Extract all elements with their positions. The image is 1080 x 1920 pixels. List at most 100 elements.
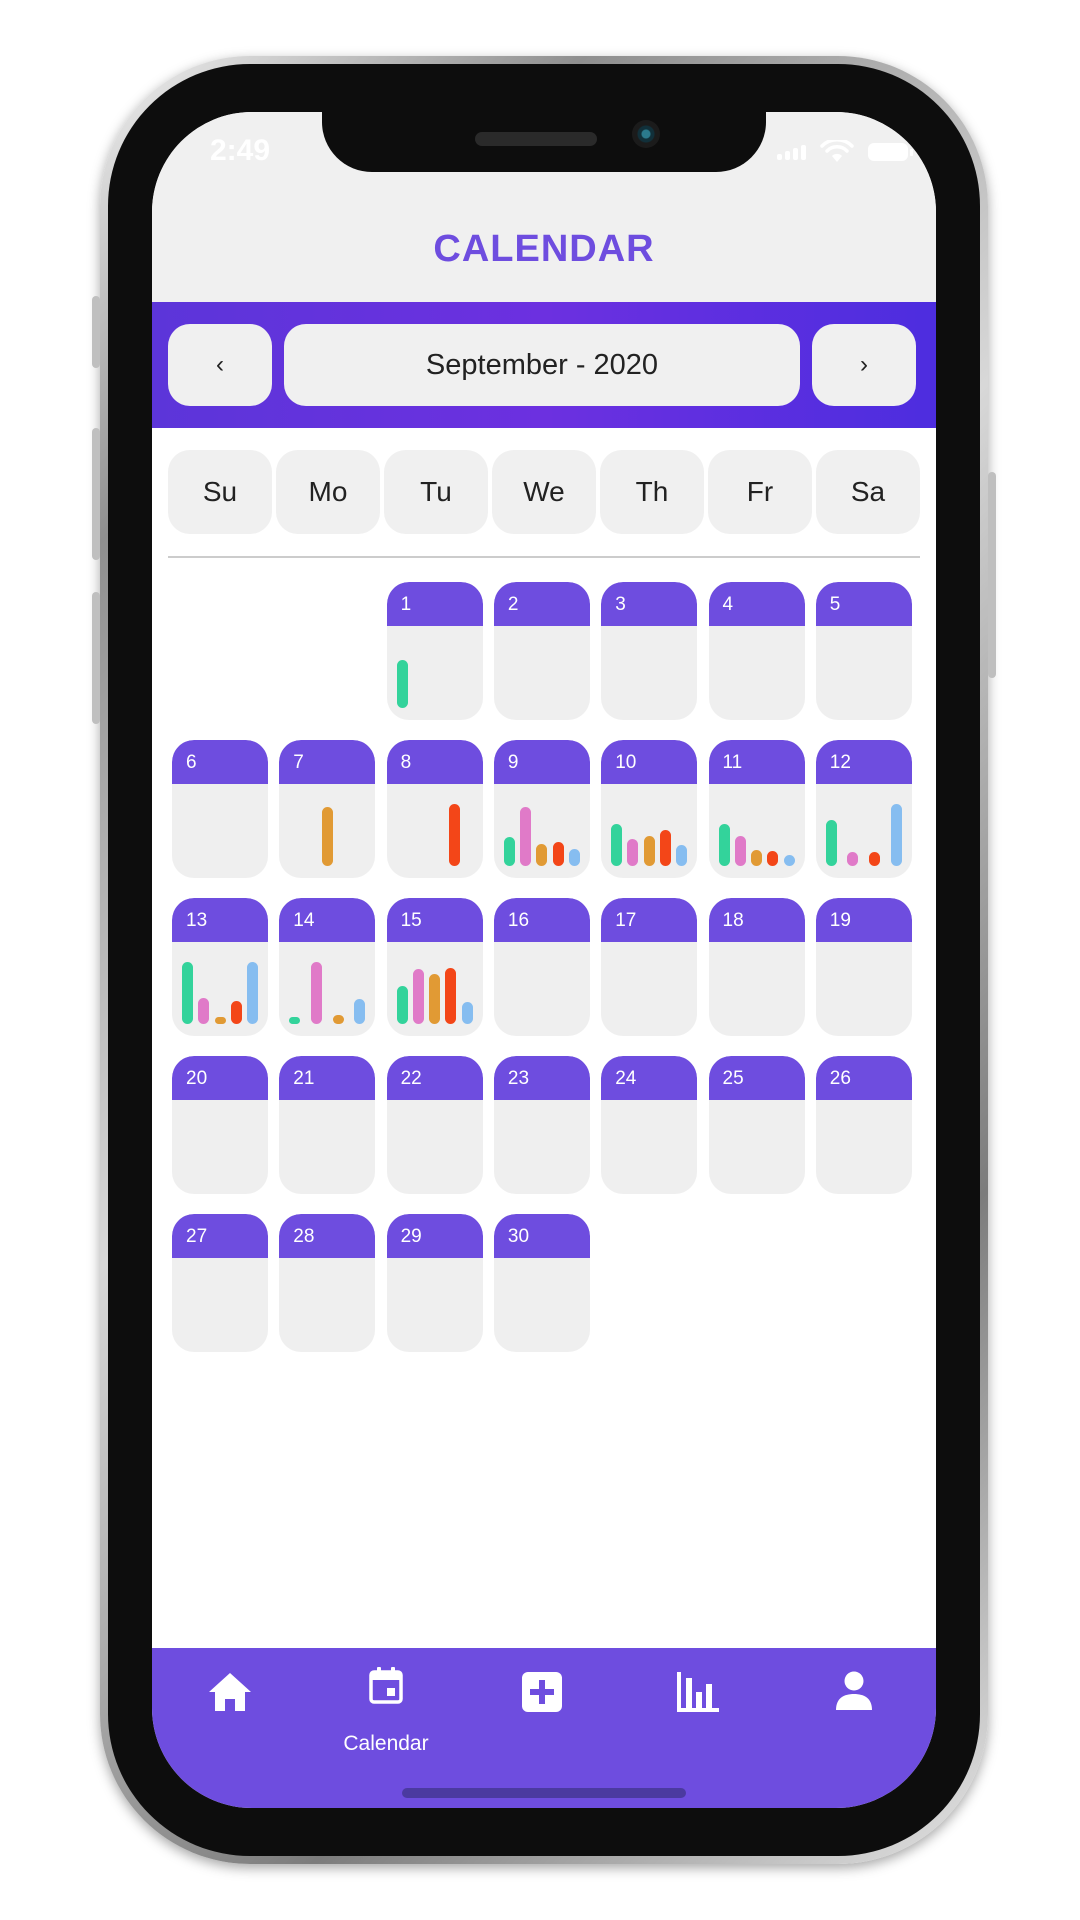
weekday-sunday: Su xyxy=(168,450,272,534)
calendar-day-28[interactable]: 28 xyxy=(279,1214,376,1352)
previous-month-button[interactable]: ‹ xyxy=(168,324,272,406)
calendar-day-29[interactable]: 29 xyxy=(386,1214,483,1352)
calendar-day-3[interactable]: 3 xyxy=(601,582,698,720)
side-button-power xyxy=(988,472,996,678)
wifi-icon xyxy=(820,140,854,162)
phone-screen: 2:49 CALENDAR ‹ September - 2020 › Su Mo… xyxy=(152,112,936,1808)
home-indicator xyxy=(402,1788,686,1798)
home-icon xyxy=(209,1673,251,1711)
activity-bar-green xyxy=(611,824,623,866)
calendar-day-22[interactable]: 22 xyxy=(386,1056,483,1194)
calendar-day-header: 19 xyxy=(815,898,912,942)
weekday-header-row: Su Mo Tu We Th Fr Sa xyxy=(168,450,920,534)
page-title: CALENDAR xyxy=(433,228,655,270)
calendar-day-2[interactable]: 2 xyxy=(493,582,590,720)
calendar-day-16[interactable]: 16 xyxy=(493,898,590,1036)
calendar-day-header: 28 xyxy=(279,1214,376,1258)
calendar-day-30[interactable]: 30 xyxy=(493,1214,590,1352)
calendar-day-25[interactable]: 25 xyxy=(708,1056,805,1194)
calendar-day-19[interactable]: 19 xyxy=(815,898,912,1036)
activity-bar-green xyxy=(182,962,193,1024)
calendar-day-11[interactable]: 11 xyxy=(708,740,805,878)
activity-bar-orange xyxy=(751,850,762,866)
status-time: 2:49 xyxy=(210,134,271,167)
calendar-day-header: 1 xyxy=(386,582,483,626)
calendar-day-8[interactable]: 8 xyxy=(386,740,483,878)
calendar-day-14[interactable]: 14 xyxy=(279,898,376,1036)
tab-calendar[interactable]: Calendar xyxy=(308,1648,464,1768)
tab-calendar-label: Calendar xyxy=(343,1732,429,1755)
activity-bar-blue xyxy=(247,962,258,1024)
activity-bar-blue xyxy=(890,804,902,866)
calendar-day-header: 27 xyxy=(172,1214,268,1258)
add-square-icon xyxy=(522,1672,562,1712)
calendar-day-header: 3 xyxy=(601,582,698,626)
calendar-day-header: 16 xyxy=(493,898,590,942)
calendar-day-header: 12 xyxy=(815,740,912,784)
calendar-day-1[interactable]: 1 xyxy=(386,582,483,720)
calendar-day-5[interactable]: 5 xyxy=(815,582,912,720)
calendar-day-header: 22 xyxy=(386,1056,483,1100)
activity-bar-green xyxy=(503,837,515,866)
calendar-day-24[interactable]: 24 xyxy=(601,1056,698,1194)
calendar-day-header: 5 xyxy=(815,582,912,626)
tab-add[interactable] xyxy=(464,1648,620,1768)
activity-bar-orange xyxy=(643,836,655,866)
calendar-day-27[interactable]: 27 xyxy=(172,1214,268,1352)
calendar-day-header: 17 xyxy=(601,898,698,942)
calendar-day-18[interactable]: 18 xyxy=(708,898,805,1036)
calendar-day-21[interactable]: 21 xyxy=(279,1056,376,1194)
calendar-day-7[interactable]: 7 xyxy=(279,740,376,878)
calendar-day-number: 12 xyxy=(829,752,851,773)
calendar-day-header: 24 xyxy=(601,1056,698,1100)
calendar-day-6[interactable]: 6 xyxy=(172,740,268,878)
calendar-day-number: 28 xyxy=(293,1226,315,1247)
activity-bar-green xyxy=(396,660,408,708)
activity-bar-red xyxy=(869,852,881,866)
front-camera xyxy=(632,120,660,148)
activity-bar-pink xyxy=(734,836,746,866)
activity-bar-red xyxy=(767,851,779,866)
activity-bar-red xyxy=(448,804,460,866)
calendar-day-header: 21 xyxy=(279,1056,376,1100)
calendar-day-number: 27 xyxy=(186,1226,208,1247)
activity-bar-orange xyxy=(322,807,334,866)
activity-bar-green xyxy=(825,820,837,866)
weekday-thursday: Th xyxy=(600,450,704,534)
calendar-day-17[interactable]: 17 xyxy=(601,898,698,1036)
calendar-day-20[interactable]: 20 xyxy=(172,1056,268,1194)
activity-bar-orange xyxy=(536,844,548,866)
calendar-day-header: 13 xyxy=(172,898,268,942)
calendar-day-4[interactable]: 4 xyxy=(708,582,805,720)
month-navigation-bar: ‹ September - 2020 › xyxy=(152,302,936,428)
tab-stats[interactable] xyxy=(620,1648,776,1768)
activity-bar-pink xyxy=(198,998,210,1024)
next-month-button[interactable]: › xyxy=(812,324,916,406)
side-button-volume-up xyxy=(92,428,100,560)
activity-bar-pink xyxy=(520,807,532,866)
calendar-day-26[interactable]: 26 xyxy=(815,1056,912,1194)
calendar-day-13[interactable]: 13 xyxy=(172,898,268,1036)
calendar-day-number: 21 xyxy=(293,1068,315,1089)
tab-profile[interactable] xyxy=(776,1648,932,1768)
calendar-day-9[interactable]: 9 xyxy=(493,740,590,878)
calendar-day-number: 20 xyxy=(186,1068,208,1089)
side-button-volume-down xyxy=(92,592,100,724)
calendar-day-15[interactable]: 15 xyxy=(386,898,483,1036)
calendar-day-number: 24 xyxy=(615,1068,637,1089)
activity-bar-green xyxy=(289,1017,301,1024)
calendar-day-header: 29 xyxy=(386,1214,483,1258)
calendar-day-10[interactable]: 10 xyxy=(601,740,698,878)
calendar-day-number: 22 xyxy=(400,1068,422,1089)
activity-bar-green xyxy=(718,824,730,866)
weekday-monday: Mo xyxy=(276,450,380,534)
tab-home[interactable] xyxy=(152,1648,308,1768)
weekday-wednesday: We xyxy=(492,450,596,534)
calendar-day-23[interactable]: 23 xyxy=(493,1056,590,1194)
calendar-day-number: 8 xyxy=(400,752,412,773)
calendar-day-12[interactable]: 12 xyxy=(815,740,912,878)
activity-bar-blue xyxy=(568,849,580,866)
side-button-silent xyxy=(92,296,100,368)
calendar-day-number: 15 xyxy=(400,910,422,931)
month-label[interactable]: September - 2020 xyxy=(284,324,800,406)
